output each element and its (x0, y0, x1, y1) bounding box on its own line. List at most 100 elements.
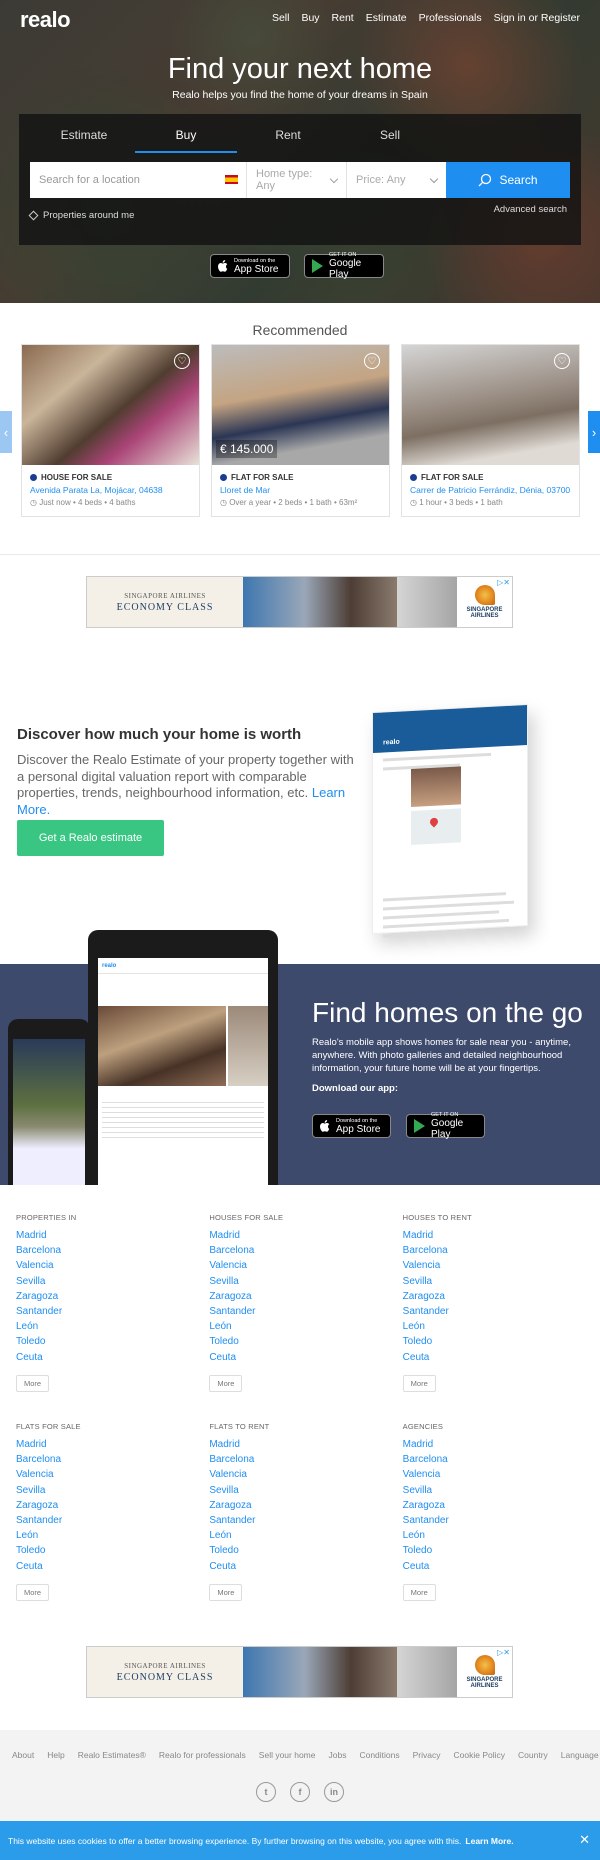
footer-link[interactable]: Sell your home (259, 1750, 316, 1760)
city-link[interactable]: Santander (209, 1513, 402, 1528)
nav-sell[interactable]: Sell (272, 12, 290, 24)
city-link[interactable]: Barcelona (403, 1243, 596, 1258)
property-card[interactable]: ♡ FLAT FOR SALE Carrer de Patricio Ferrá… (401, 344, 580, 517)
search-button[interactable]: Search (446, 162, 570, 198)
advanced-search-link[interactable]: Advanced search (494, 204, 567, 215)
city-link[interactable]: Madrid (403, 1437, 596, 1452)
tab-sell[interactable]: Sell (339, 128, 441, 153)
city-link[interactable]: Toledo (209, 1543, 402, 1558)
get-estimate-button[interactable]: Get a Realo estimate (17, 820, 164, 856)
city-link[interactable]: Toledo (16, 1334, 209, 1349)
city-link[interactable]: Valencia (209, 1467, 402, 1482)
footer-link[interactable]: Help (47, 1750, 64, 1760)
linkedin-icon[interactable]: in (324, 1782, 344, 1802)
spain-flag-icon[interactable] (225, 175, 238, 184)
more-button[interactable]: More (402, 1374, 436, 1392)
city-link[interactable]: Valencia (209, 1258, 402, 1273)
property-card[interactable]: ♡ € 145.000 FLAT FOR SALE Lloret de Mar … (211, 344, 390, 517)
city-link[interactable]: Sevilla (403, 1274, 596, 1289)
google-play-badge[interactable]: GET IT ON Google Play (406, 1112, 485, 1140)
city-link[interactable]: Barcelona (209, 1243, 402, 1258)
carousel-prev-button[interactable]: ‹ (0, 411, 12, 453)
footer-link[interactable]: Privacy (413, 1750, 441, 1760)
city-link[interactable]: Zaragoza (16, 1289, 209, 1304)
more-button[interactable]: More (209, 1374, 243, 1392)
city-link[interactable]: Sevilla (209, 1274, 402, 1289)
city-link[interactable]: Santander (16, 1304, 209, 1319)
city-link[interactable]: Madrid (209, 1437, 402, 1452)
city-link[interactable]: Sevilla (16, 1483, 209, 1498)
city-link[interactable]: Barcelona (403, 1452, 596, 1467)
tab-buy[interactable]: Buy (135, 128, 237, 153)
app-store-badge[interactable]: Download on the App Store (312, 1114, 391, 1138)
city-link[interactable]: León (403, 1319, 596, 1334)
city-link[interactable]: Toledo (209, 1334, 402, 1349)
property-address[interactable]: Avenida Parata La, Mojácar, 04638 (30, 485, 199, 495)
home-type-select[interactable]: Home type: Any (246, 162, 346, 198)
price-select[interactable]: Price: Any (346, 162, 446, 198)
footer-link[interactable]: Jobs (329, 1750, 347, 1760)
city-link[interactable]: Zaragoza (209, 1289, 402, 1304)
nav-estimate[interactable]: Estimate (366, 12, 407, 24)
footer-link[interactable]: Language (561, 1750, 599, 1760)
ad-close-icon[interactable]: ▷✕ (497, 1648, 510, 1657)
city-link[interactable]: Santander (209, 1304, 402, 1319)
carousel-next-button[interactable]: › (588, 411, 600, 453)
property-address[interactable]: Lloret de Mar (220, 485, 389, 495)
city-link[interactable]: León (209, 1319, 402, 1334)
city-link[interactable]: León (209, 1528, 402, 1543)
ad-banner[interactable]: SINGAPORE AIRLINES ECONOMY CLASS SINGAPO… (86, 576, 513, 628)
city-link[interactable]: Santander (16, 1513, 209, 1528)
city-link[interactable]: Toledo (16, 1543, 209, 1558)
city-link[interactable]: Sevilla (403, 1483, 596, 1498)
heart-icon[interactable]: ♡ (364, 353, 380, 369)
ad-banner[interactable]: SINGAPORE AIRLINES ECONOMY CLASS SINGAPO… (86, 1646, 513, 1698)
city-link[interactable]: León (16, 1319, 209, 1334)
property-photo[interactable]: ♡ € 145.000 (212, 345, 389, 465)
city-link[interactable]: Barcelona (16, 1452, 209, 1467)
footer-link[interactable]: Cookie Policy (454, 1750, 506, 1760)
more-button[interactable]: More (16, 1374, 50, 1392)
heart-icon[interactable]: ♡ (554, 353, 570, 369)
footer-link[interactable]: Realo Estimates® (78, 1750, 146, 1760)
close-icon[interactable]: ✕ (579, 1832, 590, 1848)
city-link[interactable]: Ceuta (403, 1559, 596, 1574)
city-link[interactable]: León (403, 1528, 596, 1543)
cookie-learn-more-link[interactable]: Learn More. (465, 1836, 513, 1846)
city-link[interactable]: Valencia (16, 1258, 209, 1273)
city-link[interactable]: Sevilla (16, 1274, 209, 1289)
city-link[interactable]: Valencia (403, 1467, 596, 1482)
more-button[interactable]: More (402, 1583, 436, 1601)
app-store-badge[interactable]: Download on the App Store (210, 254, 290, 278)
city-link[interactable]: Ceuta (403, 1350, 596, 1365)
city-link[interactable]: Santander (403, 1513, 596, 1528)
city-link[interactable]: León (16, 1528, 209, 1543)
city-link[interactable]: Ceuta (16, 1559, 209, 1574)
city-link[interactable]: Barcelona (16, 1243, 209, 1258)
footer-link[interactable]: Realo for professionals (159, 1750, 246, 1760)
city-link[interactable]: Madrid (209, 1228, 402, 1243)
location-input[interactable]: Search for a location (30, 162, 246, 198)
property-photo[interactable]: ♡ (22, 345, 199, 465)
more-button[interactable]: More (16, 1583, 50, 1601)
heart-icon[interactable]: ♡ (174, 353, 190, 369)
city-link[interactable]: Ceuta (16, 1350, 209, 1365)
city-link[interactable]: Ceuta (209, 1350, 402, 1365)
footer-link[interactable]: Conditions (359, 1750, 399, 1760)
city-link[interactable]: Barcelona (209, 1452, 402, 1467)
properties-around-me[interactable]: Properties around me (28, 210, 134, 221)
nav-buy[interactable]: Buy (301, 12, 319, 24)
property-card[interactable]: ♡ HOUSE FOR SALE Avenida Parata La, Mojá… (21, 344, 200, 517)
city-link[interactable]: Zaragoza (16, 1498, 209, 1513)
google-play-badge[interactable]: GET IT ON Google Play (304, 252, 384, 280)
footer-link[interactable]: About (12, 1750, 34, 1760)
nav-professionals[interactable]: Professionals (419, 12, 482, 24)
city-link[interactable]: Zaragoza (403, 1289, 596, 1304)
twitter-icon[interactable]: t (256, 1782, 276, 1802)
city-link[interactable]: Santander (403, 1304, 596, 1319)
property-photo[interactable]: ♡ (402, 345, 579, 465)
city-link[interactable]: Ceuta (209, 1559, 402, 1574)
city-link[interactable]: Zaragoza (403, 1498, 596, 1513)
city-link[interactable]: Madrid (16, 1437, 209, 1452)
footer-link[interactable]: Country (518, 1750, 548, 1760)
